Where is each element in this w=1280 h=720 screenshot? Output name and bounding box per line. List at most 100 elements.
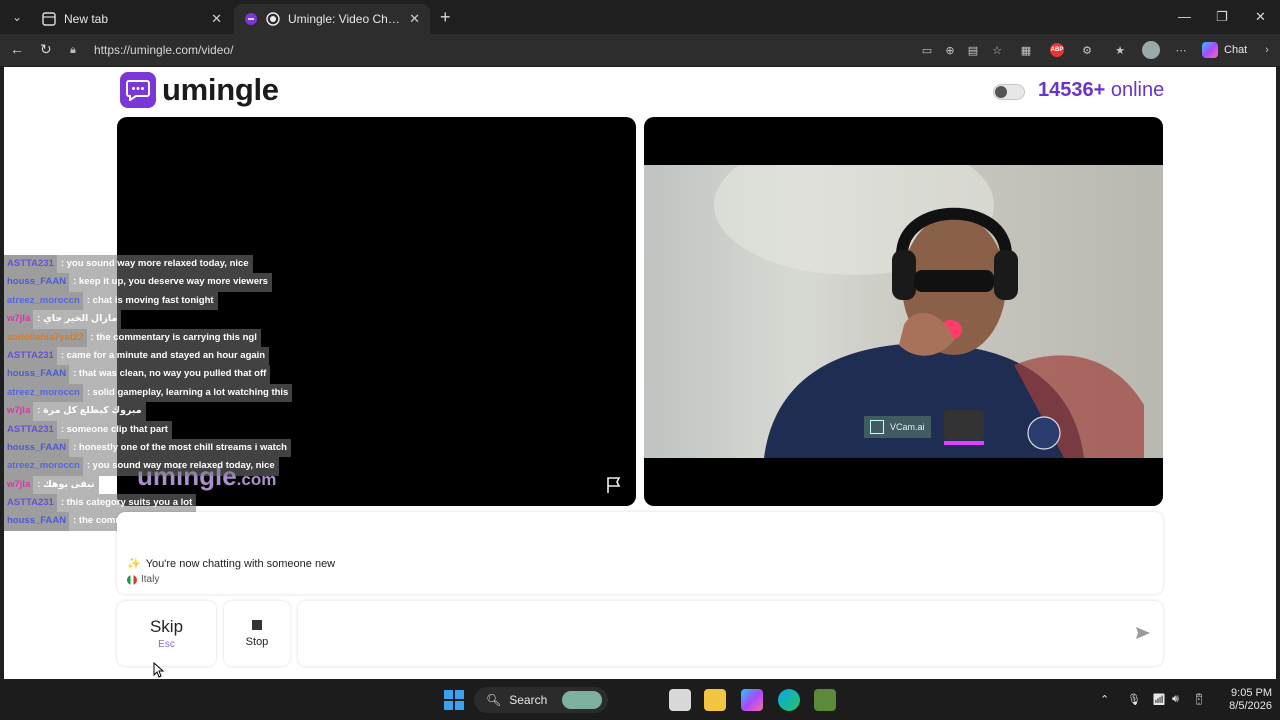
battery-icon[interactable]: 🔋︎: [1192, 693, 1206, 706]
clock-time: 9:05 PM: [1231, 687, 1272, 699]
stream-chat-message: : you sound way more relaxed today, nice: [82, 457, 279, 476]
stream-chat-overlay: ASTTA231 : you sound way more relaxed tod…: [4, 255, 304, 545]
close-icon[interactable]: ✕: [211, 11, 222, 27]
tab-new-tab[interactable]: New tab ✕: [32, 4, 232, 34]
file-explorer-icon[interactable]: [704, 689, 726, 711]
extensions-icon[interactable]: ⚙: [1080, 43, 1094, 57]
stream-chat-message: : that was clean, no way you pulled that…: [69, 365, 271, 384]
tab-title: Umingle: Video Chat with Stra: [288, 12, 403, 26]
windows-start-icon[interactable]: [443, 689, 465, 711]
camera-icon[interactable]: ▭: [920, 43, 934, 57]
clock-date: 8/5/2026: [1229, 700, 1272, 712]
stream-chat-username: atreez_moroccn: [4, 457, 83, 476]
umingle-icon: [244, 12, 258, 26]
search-label: Search: [509, 693, 548, 707]
copilot-app-icon[interactable]: [741, 689, 763, 711]
italy-flag-icon: [127, 574, 137, 585]
stream-chat-message: : keep it up, you deserve way more viewe…: [69, 273, 272, 292]
stream-chat-message: : someone clip that part: [56, 420, 172, 439]
recording-indicator-icon: [266, 12, 280, 26]
stream-chat-message: : تبقى بوهك: [33, 475, 99, 495]
browser-tab-strip: ⌄ New tab ✕ Umingle: Video Chat with Str…: [0, 0, 1280, 34]
profile-avatar[interactable]: [1142, 41, 1160, 59]
new-tab-icon[interactable]: +: [440, 8, 451, 26]
task-view-icon[interactable]: [669, 689, 691, 711]
copilot-chat-button[interactable]: Chat: [1202, 41, 1247, 59]
web-page: umingle 14536+ online umingle.com VCam.a…: [4, 67, 1276, 679]
maximize-icon[interactable]: ❐: [1216, 9, 1228, 25]
tab-umingle[interactable]: Umingle: Video Chat with Stra ✕: [234, 4, 430, 34]
stream-chat-username: ASTTA231: [4, 346, 57, 366]
stop-icon: [252, 619, 262, 630]
search-icon: 🔍︎: [486, 693, 502, 707]
site-info-icon[interactable]: 🔒︎: [70, 44, 86, 57]
stream-chat-line: w7jla: مبروك كيطلع كل مرة: [4, 402, 304, 421]
favorites-icon[interactable]: ★: [1113, 43, 1127, 57]
taskbar-clock[interactable]: 9:05 PM 8/5/2026: [1222, 687, 1272, 713]
extension-grid-icon[interactable]: ▦: [1019, 43, 1033, 57]
reading-mode-icon[interactable]: ▤: [966, 43, 980, 57]
wifi-icon[interactable]: 📶︎: [1152, 693, 1166, 706]
message-input[interactable]: [298, 601, 1163, 666]
stream-chat-line: atreez_moroccn: chat is moving fast toni…: [4, 291, 304, 311]
stream-chat-line: ASTTA231: this category suits you a lot: [4, 494, 304, 513]
report-flag-icon[interactable]: [605, 476, 623, 494]
back-icon[interactable]: ←: [10, 41, 24, 57]
sidebar-toggle-icon[interactable]: ›: [1260, 43, 1274, 57]
stop-button[interactable]: Stop: [224, 601, 290, 666]
stream-chat-username: houss_FAAN: [4, 512, 70, 531]
refresh-icon[interactable]: ↻: [40, 41, 52, 58]
stream-chat-username: atreez_moroccn: [4, 291, 83, 311]
stranger-country: Italy: [127, 574, 159, 585]
chat-log: ✨ You're now chatting with someone new I…: [117, 512, 1163, 594]
chat-button-label: Chat: [1224, 44, 1248, 56]
stream-chat-username: houss_FAAN: [4, 438, 70, 458]
chat-bubble-icon: [120, 72, 156, 108]
page-icon: [42, 12, 56, 26]
online-counter: 14536+ online: [1038, 79, 1164, 102]
url-text: https://umingle.com/video/: [94, 43, 234, 57]
stream-chat-line: w7jla: تبقى بوهك: [4, 475, 304, 495]
stream-chat-username: atreez_moroccn: [4, 383, 83, 403]
tab-actions-menu-icon[interactable]: ⌄: [8, 8, 26, 26]
more-options-icon[interactable]: ⋯: [1174, 43, 1188, 57]
favorite-star-icon[interactable]: ☆: [990, 43, 1004, 57]
stream-chat-line: houss_FAAN: keep it up, you deserve way …: [4, 273, 304, 292]
stream-chat-line: atreez_moroccn: solid gameplay, learning…: [4, 383, 304, 403]
stream-chat-line: atreez_moroccn: you sound way more relax…: [4, 457, 304, 476]
stream-chat-message: : honestly one of the most chill streams…: [69, 438, 291, 458]
online-count: 14536+: [1038, 79, 1106, 101]
close-window-icon[interactable]: ✕: [1255, 9, 1266, 25]
dark-mode-toggle[interactable]: [993, 84, 1025, 100]
mouse-cursor: [153, 662, 165, 678]
minimize-icon[interactable]: —: [1178, 9, 1191, 24]
online-label: online: [1110, 79, 1165, 101]
stream-chat-username: ASTTA231: [4, 494, 57, 513]
stream-chat-message: : you sound way more relaxed today, nice: [56, 255, 253, 274]
skip-button[interactable]: Skip Esc: [117, 601, 216, 666]
show-hidden-icons-icon[interactable]: ⌃: [1100, 693, 1109, 706]
system-message: ✨ You're now chatting with someone new: [127, 557, 336, 571]
volume-icon[interactable]: 🔊︎: [1172, 693, 1179, 706]
copilot-icon: [1202, 42, 1218, 58]
self-camera-video: VCam.ai: [644, 117, 1163, 506]
stream-chat-line: abdollahia7yat22: the commentary is carr…: [4, 328, 304, 347]
taskbar-search[interactable]: 🔍︎ Search: [474, 687, 608, 713]
site-logo[interactable]: umingle: [120, 72, 279, 108]
minecraft-icon[interactable]: [814, 689, 836, 711]
microphone-icon[interactable]: 🎙︎: [1127, 693, 1141, 706]
person-silhouette: [714, 165, 1144, 458]
windows-taskbar: 🔍︎ Search ⌃ 🎙︎ 📶︎ 🔊︎ 🔋︎ 9:05 PM 8/5/2026: [0, 680, 1280, 720]
adblock-plus-icon[interactable]: ABP: [1050, 43, 1064, 57]
stream-chat-line: houss_FAAN: honestly one of the most chi…: [4, 438, 304, 458]
stream-chat-message: : this category suits you a lot: [56, 494, 197, 513]
close-icon[interactable]: ✕: [409, 11, 420, 27]
edge-browser-icon[interactable]: [778, 689, 800, 711]
stream-chat-username: w7jla: [4, 402, 34, 421]
stream-chat-line: w7jla: مازال الخير جاي: [4, 310, 304, 329]
vcam-badge: VCam.ai: [864, 416, 931, 438]
stream-chat-message: : مبروك كيطلع كل مرة: [33, 402, 146, 421]
stream-chat-line: houss_FAAN: that was clean, no way you p…: [4, 365, 304, 384]
zoom-icon[interactable]: ⊕: [943, 43, 957, 57]
send-icon[interactable]: [1135, 625, 1151, 641]
